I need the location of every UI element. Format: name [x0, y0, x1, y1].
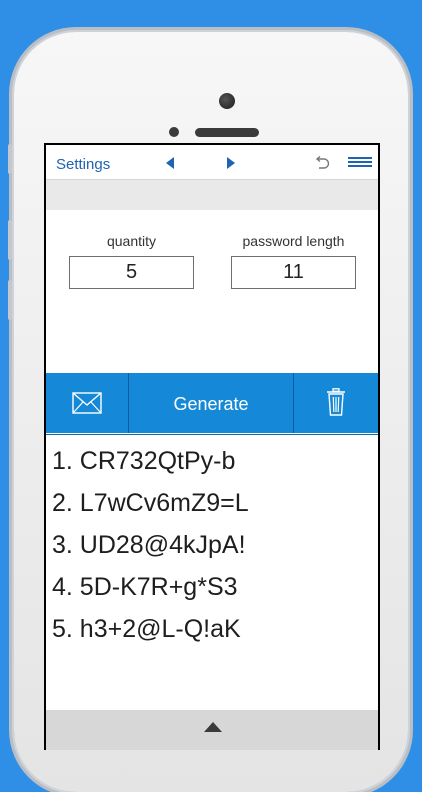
- password-item[interactable]: 2. L7wCv6mZ9=L: [52, 489, 249, 518]
- envelope-icon: [72, 392, 102, 414]
- mute-switch: [8, 144, 12, 174]
- menu-icon[interactable]: [348, 157, 372, 167]
- bottom-bar: [46, 710, 378, 750]
- email-button[interactable]: [46, 373, 128, 433]
- password-item[interactable]: 5. h3+2@L-Q!aK: [52, 615, 241, 644]
- password-item[interactable]: 4. 5D-K7R+g*S3: [52, 573, 238, 602]
- password-results-list: 1. CR732QtPy-b 2. L7wCv6mZ9=L 3. UD28@4k…: [46, 434, 378, 711]
- volume-up-button: [8, 220, 12, 260]
- password-item[interactable]: 1. CR732QtPy-b: [52, 447, 235, 476]
- quantity-field[interactable]: 5: [69, 256, 194, 289]
- app-content: Settings quantity 5 password length 11 G…: [46, 145, 378, 750]
- password-length-field[interactable]: 11: [231, 256, 356, 289]
- undo-icon[interactable]: [314, 156, 330, 170]
- password-length-label: password length: [242, 233, 345, 249]
- sub-header-bar: [46, 180, 378, 210]
- generate-button[interactable]: Generate: [129, 373, 293, 433]
- delete-button[interactable]: [294, 373, 378, 433]
- next-arrow-icon[interactable]: [226, 157, 236, 169]
- trash-icon: [327, 388, 345, 416]
- navigation-bar: Settings: [46, 145, 378, 180]
- volume-down-button: [8, 280, 12, 320]
- prev-arrow-icon[interactable]: [165, 157, 175, 169]
- front-camera: [219, 93, 235, 109]
- action-toolbar: Generate: [46, 373, 378, 433]
- proximity-sensor: [169, 127, 179, 137]
- settings-button[interactable]: Settings: [56, 156, 110, 173]
- expand-up-icon[interactable]: [204, 722, 222, 732]
- earpiece-speaker: [195, 128, 259, 137]
- quantity-label: quantity: [106, 233, 157, 249]
- app-screen: Settings quantity 5 password length 11 G…: [44, 143, 380, 750]
- password-item[interactable]: 3. UD28@4kJpA!: [52, 531, 246, 560]
- generate-label: Generate: [173, 394, 249, 414]
